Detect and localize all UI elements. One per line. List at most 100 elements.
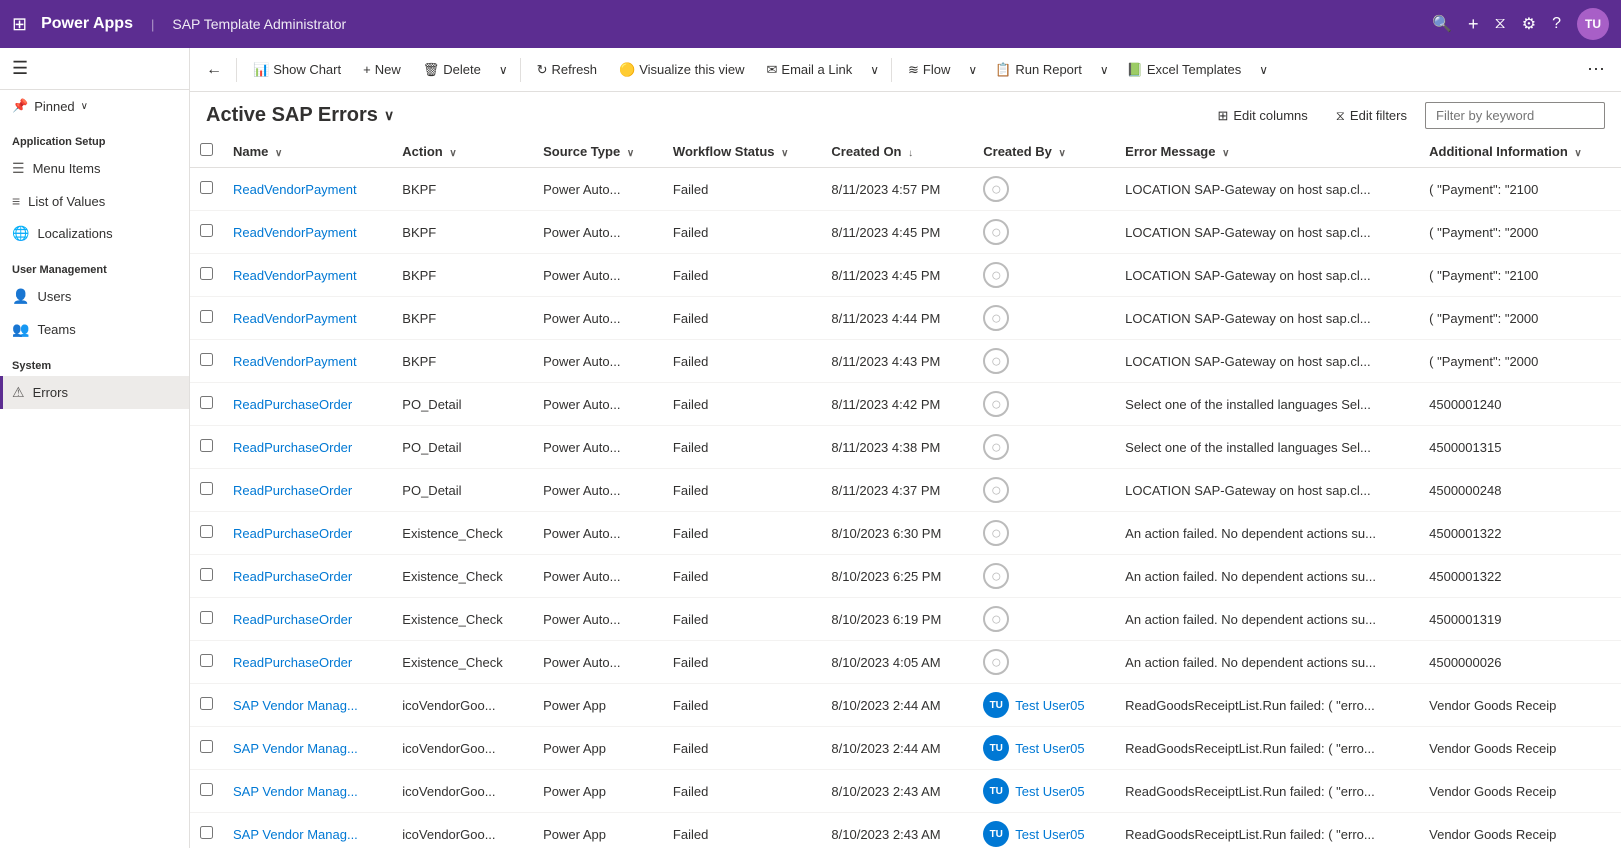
row-name-link[interactable]: ReadPurchaseOrder [233,483,352,498]
table-row: SAP Vendor Manag...icoVendorGoo...Power … [190,684,1621,727]
sidebar-pinned[interactable]: 📌 Pinned ∨ [0,90,189,122]
row-name-link[interactable]: SAP Vendor Manag... [233,741,358,756]
row-checkbox[interactable] [200,654,213,667]
col-header-workflow-status[interactable]: Workflow Status ∨ [663,135,822,168]
avatar[interactable]: TU [1577,8,1609,40]
empty-user-icon: ○ [983,606,1009,632]
user-name-link[interactable]: Test User05 [1015,741,1084,756]
row-checkbox[interactable] [200,482,213,495]
row-name-link[interactable]: ReadVendorPayment [233,268,357,283]
row-action-cell: icoVendorGoo... [392,813,533,848]
row-checkbox[interactable] [200,525,213,538]
table-row: ReadVendorPaymentBKPFPower Auto...Failed… [190,254,1621,297]
sidebar-item-teams[interactable]: 👥 Teams [0,313,189,346]
row-name-cell: ReadPurchaseOrder [223,383,392,426]
row-action-cell: PO_Detail [392,426,533,469]
row-checkbox[interactable] [200,697,213,710]
help-icon[interactable]: ? [1552,15,1561,33]
run-report-button[interactable]: 📋 Run Report [985,57,1092,83]
row-checkbox[interactable] [200,439,213,452]
row-name-link[interactable]: ReadPurchaseOrder [233,655,352,670]
chart-icon: 📊 [253,62,269,78]
row-additional-info-cell: 4500000026 [1419,641,1621,684]
row-error-message-cell: LOCATION SAP-Gateway on host sap.cl... [1115,297,1419,340]
search-icon[interactable]: 🔍 [1432,14,1452,34]
sidebar-item-users[interactable]: 👤 Users [0,280,189,313]
more-options-button[interactable]: ⋯ [1579,54,1613,85]
user-name-link[interactable]: Test User05 [1015,827,1084,842]
sidebar-item-localizations[interactable]: 🌐 Localizations [0,217,189,250]
row-name-link[interactable]: ReadPurchaseOrder [233,569,352,584]
delete-button[interactable]: 🗑 Delete [413,57,491,83]
main-content: ← 📊 Show Chart + New 🗑 Delete ∨ ↻ Refres… [190,48,1621,848]
row-checkbox[interactable] [200,181,213,194]
col-header-created-by[interactable]: Created By ∨ [973,135,1115,168]
row-created-by-cell: ○ [973,426,1115,469]
flow-dropdown[interactable]: ∨ [962,58,983,82]
row-checkbox[interactable] [200,611,213,624]
row-name-link[interactable]: SAP Vendor Manag... [233,698,358,713]
filter-by-keyword-input[interactable] [1425,102,1605,129]
row-checkbox[interactable] [200,267,213,280]
row-error-message-cell: Select one of the installed languages Se… [1115,426,1419,469]
row-created-by-cell: TUTest User05 [973,813,1115,848]
toolbar: ← 📊 Show Chart + New 🗑 Delete ∨ ↻ Refres… [190,48,1621,92]
row-checkbox[interactable] [200,353,213,366]
row-name-link[interactable]: ReadVendorPayment [233,354,357,369]
sidebar-item-errors[interactable]: ⚠ Errors [0,376,189,409]
user-name-link[interactable]: Test User05 [1015,698,1084,713]
user-name-link[interactable]: Test User05 [1015,784,1084,799]
col-header-name[interactable]: Name ∨ [223,135,392,168]
top-nav: ⊞ Power Apps | SAP Template Administrato… [0,0,1621,48]
row-checkbox[interactable] [200,568,213,581]
checkbox-col-header[interactable] [190,135,223,168]
email-link-button[interactable]: ✉ Email a Link [757,57,863,83]
col-header-action[interactable]: Action ∨ [392,135,533,168]
hamburger-icon[interactable]: ☰ [12,58,28,79]
new-button[interactable]: + New [353,57,411,82]
row-checkbox[interactable] [200,740,213,753]
row-name-cell: ReadPurchaseOrder [223,598,392,641]
refresh-button[interactable]: ↻ Refresh [527,57,607,83]
col-header-source-type[interactable]: Source Type ∨ [533,135,663,168]
excel-dropdown[interactable]: ∨ [1253,58,1274,82]
row-name-link[interactable]: SAP Vendor Manag... [233,784,358,799]
row-name-link[interactable]: ReadVendorPayment [233,311,357,326]
plus-icon[interactable]: + [1468,14,1479,35]
sidebar-item-menu-items[interactable]: ☰ Menu Items [0,152,189,185]
col-header-created-on[interactable]: Created On ↓ [821,135,973,168]
email-dropdown[interactable]: ∨ [864,58,885,82]
delete-dropdown[interactable]: ∨ [493,58,514,82]
sidebar-item-list-of-values[interactable]: ≡ List of Values [0,185,189,217]
view-header-actions: ⊞ Edit columns ⧖ Edit filters [1207,102,1605,129]
show-chart-button[interactable]: 📊 Show Chart [243,57,351,83]
col-header-error-message[interactable]: Error Message ∨ [1115,135,1419,168]
row-name-link[interactable]: SAP Vendor Manag... [233,827,358,842]
view-dropdown-icon[interactable]: ∨ [384,107,394,124]
excel-templates-button[interactable]: 📗 Excel Templates [1117,57,1252,83]
visualize-button[interactable]: 🟡 Visualize this view [609,57,754,83]
edit-filters-button[interactable]: ⧖ Edit filters [1326,103,1417,129]
row-name-link[interactable]: ReadPurchaseOrder [233,526,352,541]
row-checkbox[interactable] [200,224,213,237]
grid-icon[interactable]: ⊞ [12,14,27,35]
row-name-link[interactable]: ReadVendorPayment [233,225,357,240]
row-name-link[interactable]: ReadPurchaseOrder [233,440,352,455]
run-report-dropdown[interactable]: ∨ [1094,58,1115,82]
settings-icon[interactable]: ⚙ [1522,14,1536,34]
row-checkbox[interactable] [200,783,213,796]
edit-columns-button[interactable]: ⊞ Edit columns [1207,103,1317,129]
row-name-link[interactable]: ReadPurchaseOrder [233,612,352,627]
row-checkbox[interactable] [200,396,213,409]
row-workflow-status-cell: Failed [663,340,822,383]
row-checkbox[interactable] [200,310,213,323]
row-name-link[interactable]: ReadVendorPayment [233,182,357,197]
select-all-checkbox[interactable] [200,143,213,156]
row-name-link[interactable]: ReadPurchaseOrder [233,397,352,412]
toolbar-divider-2 [520,58,521,82]
back-button[interactable]: ← [198,56,230,84]
flow-button[interactable]: ≋ Flow [898,57,960,83]
col-header-additional-info[interactable]: Additional Information ∨ [1419,135,1621,168]
row-checkbox[interactable] [200,826,213,839]
filter-icon[interactable]: ⧖ [1495,15,1506,33]
